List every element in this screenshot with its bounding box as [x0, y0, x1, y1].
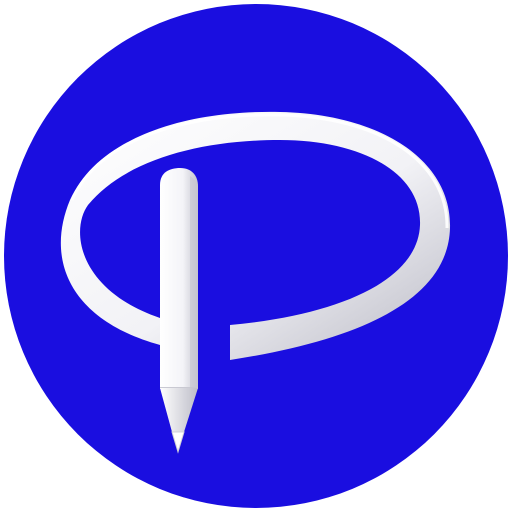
logo-svg	[4, 4, 508, 508]
app-icon[interactable]	[0, 0, 512, 512]
pencil-shade	[190, 176, 198, 388]
